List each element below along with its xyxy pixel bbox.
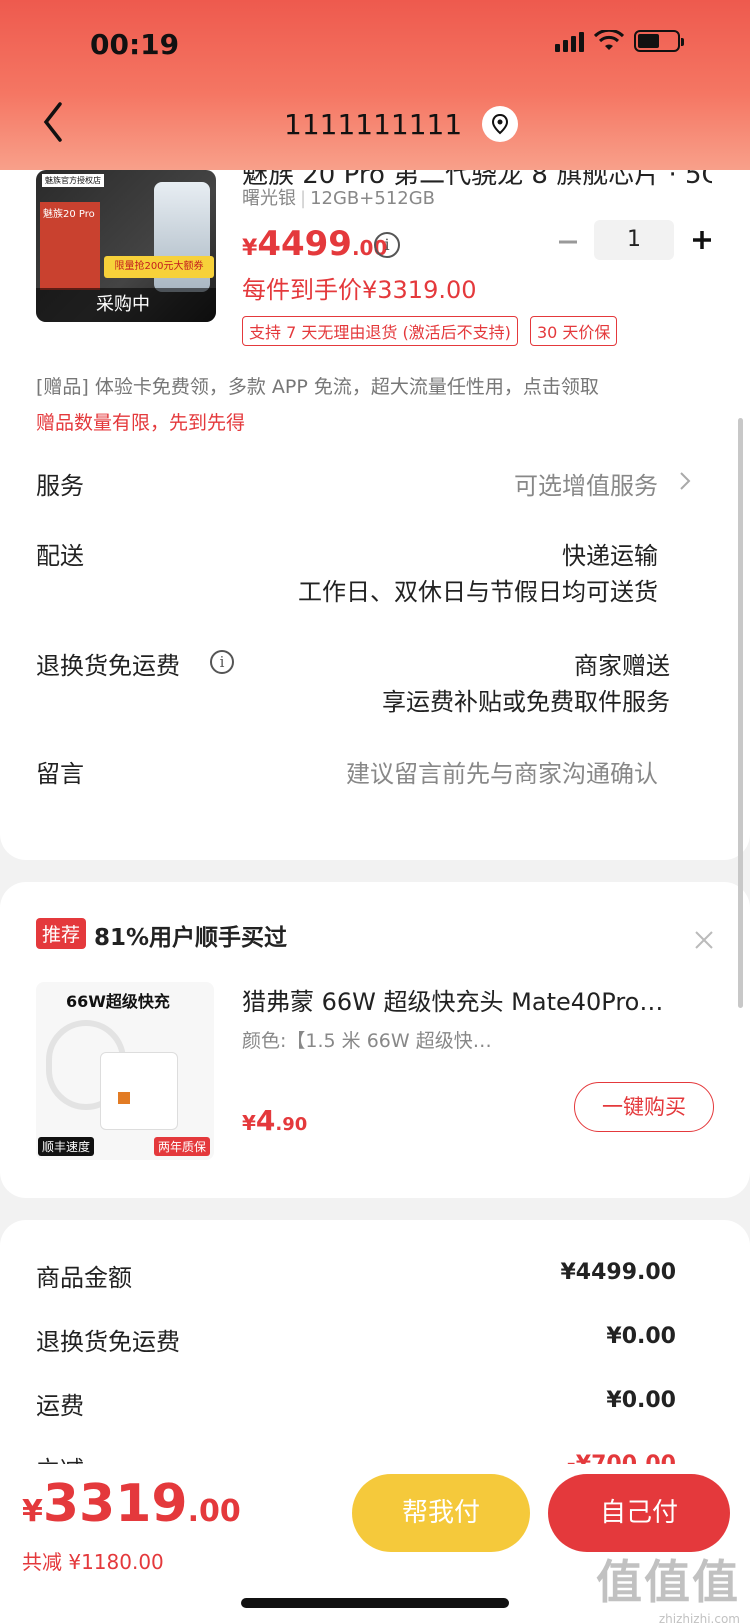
signal-icon — [555, 30, 584, 52]
watermark: 值值值 zhizhizhi.com — [596, 1546, 740, 1624]
help-pay-button[interactable]: 帮我付 — [352, 1474, 530, 1552]
summary-label: 退换货免运费 — [36, 1328, 180, 1356]
chevron-right-icon[interactable] — [678, 470, 692, 492]
delivery-schedule: 工作日、双休日与节假日均可送货 — [298, 578, 658, 606]
battery-icon — [634, 30, 684, 52]
one-click-buy-button[interactable]: 一键购买 — [574, 1082, 714, 1132]
return-info-icon[interactable]: i — [210, 650, 234, 674]
return-benefit: 享运费补贴或免费取件服务 — [382, 688, 670, 716]
summary-value: ¥0.00 — [606, 1388, 676, 1413]
scrollbar[interactable] — [738, 418, 743, 1008]
purchase-status: 采购中 — [36, 288, 216, 322]
recommend-color[interactable]: 颜色:【1.5 米 66W 超级快… — [242, 1026, 492, 1053]
price-protect-tag: 30 天价保 — [529, 316, 618, 346]
wifi-icon — [594, 30, 624, 50]
return-shipping-label: 退换货免运费 — [36, 652, 180, 680]
gift-link[interactable]: [赠品] 体验卡免费领，多款 APP 免流，超大流量任性用，点击领取 — [36, 372, 599, 399]
charger-graphic — [100, 1052, 178, 1130]
minus-icon[interactable] — [556, 230, 580, 254]
service-value[interactable]: 可选增值服务 — [514, 466, 658, 501]
thumb-box-label: 魅族20 Pro — [40, 202, 100, 290]
location-pin-icon — [492, 113, 509, 135]
delivery-method: 快递运输 — [562, 542, 658, 570]
return-provider: 商家赠送 — [574, 652, 670, 680]
rec-thumb-foot1: 顺丰速度 — [38, 1137, 95, 1156]
self-pay-button[interactable]: 自己付 — [548, 1474, 730, 1552]
order-main-card: 魅族 20 Pro 第二代骁龙 8 旗舰芯片 · 5G… 魅族官方授权店 魅族2… — [0, 140, 750, 860]
recommend-name[interactable]: 猎弗蒙 66W 超级快充头 Mate40Pro… — [242, 982, 712, 1017]
watermark-url: zhizhizhi.com — [658, 1612, 740, 1624]
top-header: 00:19 1111111111 — [0, 0, 750, 170]
thumb-promo-label: 限量抢200元大额券 — [104, 256, 214, 278]
summary-value: ¥4499.00 — [560, 1260, 676, 1285]
close-icon[interactable] — [694, 930, 714, 950]
final-price: 每件到手价¥3319.00 — [242, 276, 477, 304]
unit-price: ¥ 4499 .00 — [242, 224, 388, 264]
summary-label: 运费 — [36, 1392, 84, 1420]
product-spec: 曙光银 | 12GB+512GB — [242, 188, 436, 209]
recommend-card: 推荐 81%用户顺手买过 66W超级快充 顺丰速度 两年质保 猎弗蒙 66W 超… — [0, 882, 750, 1198]
back-icon[interactable] — [38, 100, 68, 144]
thumb-shop-label: 魅族官方授权店 — [42, 174, 104, 187]
quantity-value[interactable]: 1 — [594, 220, 674, 260]
service-label: 服务 — [36, 472, 84, 500]
recommend-price: ¥ 4 .90 — [242, 1104, 308, 1137]
spec-color: 曙光银 — [242, 188, 296, 209]
rec-thumb-foot2: 两年质保 — [153, 1137, 210, 1156]
page-title: 1111111111 — [284, 107, 463, 141]
nav-title-group: 1111111111 — [284, 106, 519, 142]
message-input[interactable]: 建议留言前先与商家沟通确认 — [346, 754, 658, 789]
watermark-logo: 值值值 — [596, 1555, 740, 1609]
total-saved: 共减 ¥1180.00 — [22, 1550, 164, 1574]
gift-warning: 赠品数量有限，先到先得 — [36, 412, 246, 434]
message-label: 留言 — [36, 760, 84, 788]
delivery-label: 配送 — [36, 542, 84, 570]
status-time: 00:19 — [90, 28, 180, 61]
rec-thumb-head: 66W超级快充 — [66, 992, 170, 1011]
return-policy-tag: 支持 7 天无理由退货 (激活后不支持) — [242, 316, 518, 346]
home-indicator[interactable] — [241, 1598, 509, 1608]
recommend-badge: 推荐 — [36, 918, 87, 949]
price-info-icon[interactable]: i — [374, 232, 400, 258]
total-price: ¥ 3319 .00 — [22, 1474, 241, 1534]
recommend-title: 81%用户顺手买过 — [94, 925, 288, 951]
spec-size: 12GB+512GB — [310, 188, 436, 209]
recommend-image[interactable]: 66W超级快充 顺丰速度 两年质保 — [36, 982, 214, 1160]
product-image[interactable]: 魅族官方授权店 魅族20 Pro 限量抢200元大额券 采购中 — [36, 170, 216, 322]
service-tags: 支持 7 天无理由退货 (激活后不支持) 30 天价保 — [242, 316, 618, 346]
plus-icon[interactable] — [690, 228, 714, 252]
location-button[interactable] — [482, 106, 519, 142]
summary-value: ¥0.00 — [606, 1324, 676, 1349]
status-icons — [555, 30, 684, 52]
charger-port-graphic — [118, 1092, 130, 1104]
summary-label: 商品金额 — [36, 1264, 132, 1292]
